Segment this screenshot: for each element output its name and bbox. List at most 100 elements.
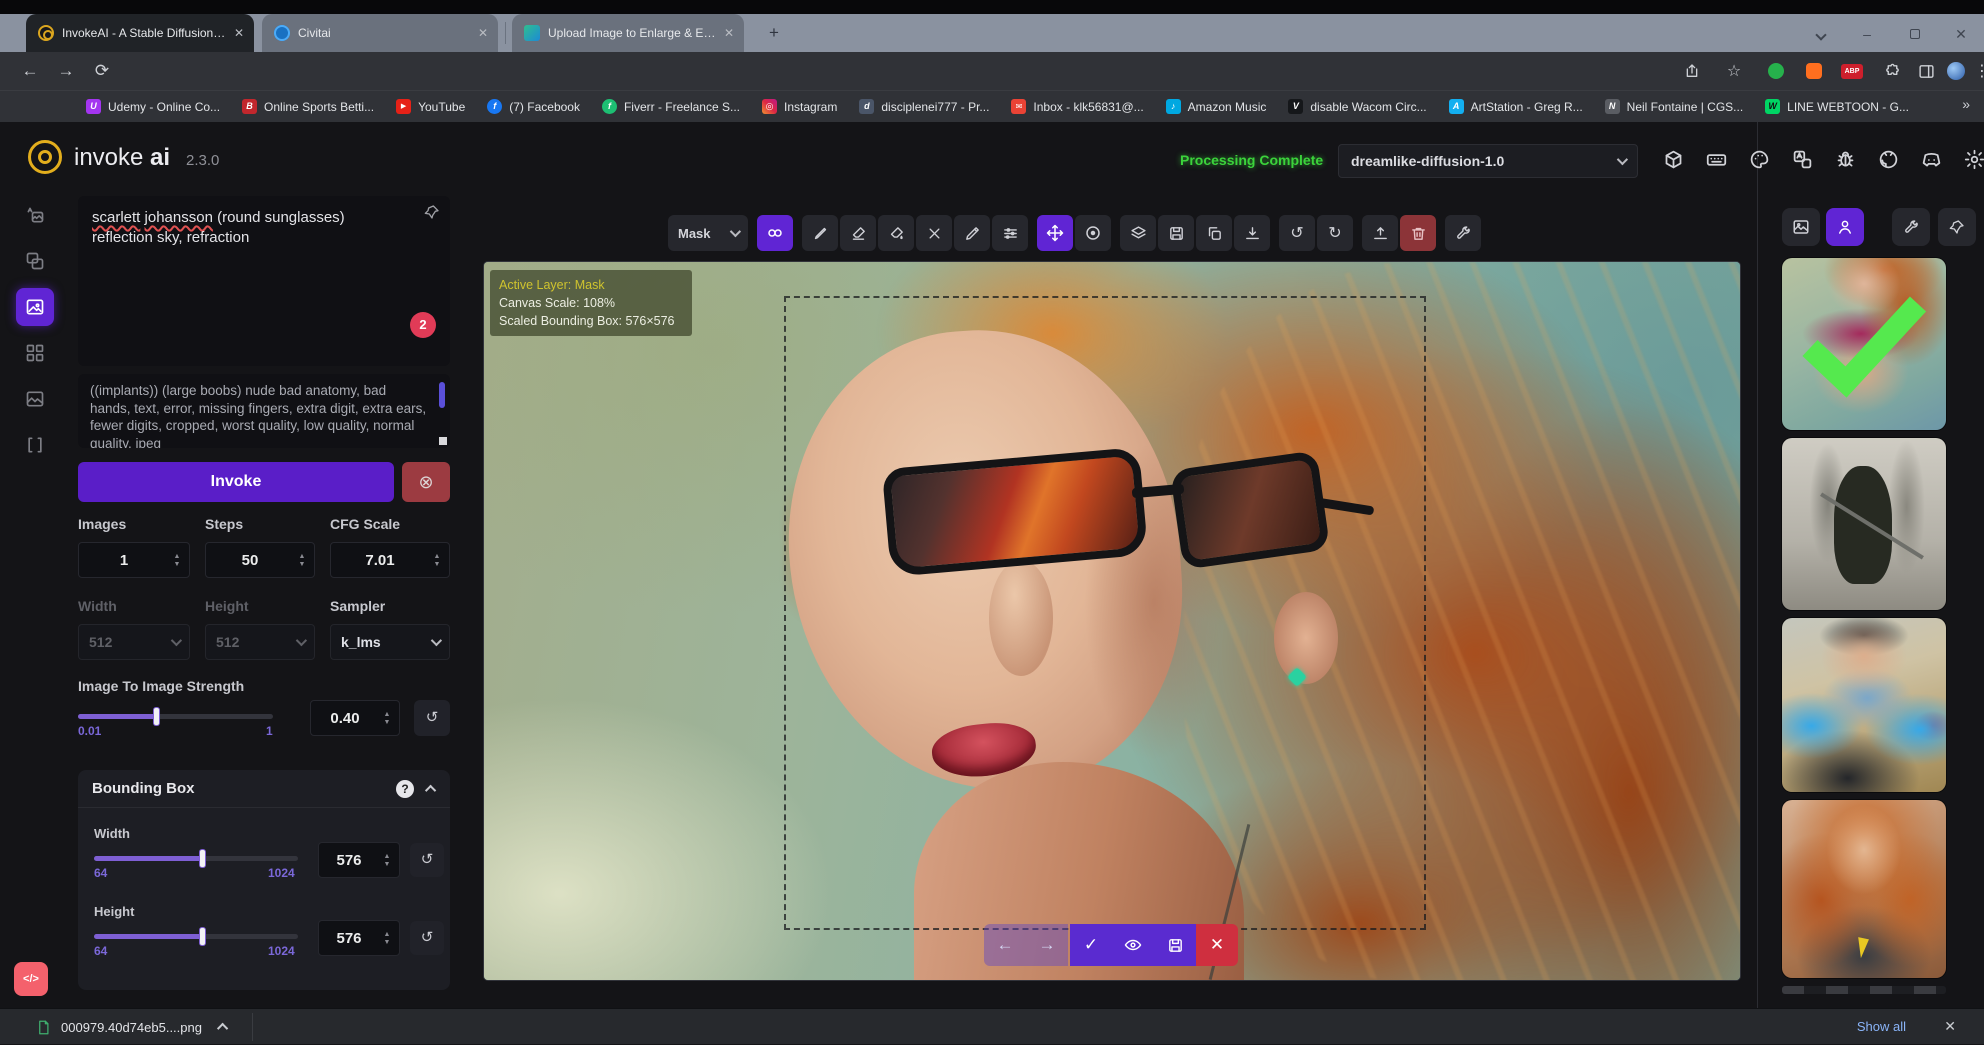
pin-icon[interactable] (424, 204, 440, 225)
download-image-button[interactable] (1234, 215, 1270, 251)
back-button[interactable]: ← (16, 58, 44, 84)
gallery-pin-button[interactable] (1938, 208, 1976, 246)
download-item[interactable]: 000979.40d74eb5....png (36, 1009, 228, 1045)
discord-icon[interactable] (1918, 146, 1944, 172)
cancel-button[interactable]: ⊗ (402, 462, 450, 502)
next-image-button[interactable]: → (1026, 924, 1068, 966)
stepper[interactable]: ▲▼ (169, 553, 185, 568)
bookmark-webtoon[interactable]: WLINE WEBTOON - G... (1765, 99, 1909, 114)
layer-select[interactable]: Mask (668, 215, 748, 251)
settings-gear-icon[interactable] (1961, 146, 1984, 172)
theme-palette-icon[interactable] (1746, 146, 1772, 172)
download-menu-chevron-icon[interactable] (217, 1023, 228, 1034)
tab-unified-canvas[interactable] (16, 288, 54, 326)
stepper[interactable]: ▲▼ (294, 553, 310, 568)
gallery-thumbnail[interactable] (1782, 618, 1946, 792)
images-input[interactable]: 1 ▲▼ (78, 542, 190, 578)
bbox-height-reset-button[interactable]: ↺ (410, 921, 444, 955)
tab-close-icon[interactable]: ✕ (478, 26, 488, 40)
help-icon[interactable]: ? (396, 780, 414, 798)
bounding-box-header[interactable]: Bounding Box ? (78, 770, 450, 808)
accept-image-button[interactable]: ✓ (1070, 924, 1112, 966)
language-translate-icon[interactable] (1789, 146, 1815, 172)
show-hide-eye-button[interactable] (1112, 924, 1154, 966)
show-all-downloads-link[interactable]: Show all (1857, 1019, 1906, 1034)
scrollbar-thumb[interactable] (439, 382, 445, 408)
slider-thumb[interactable] (154, 708, 159, 725)
stepper[interactable]: ▲▼ (379, 711, 395, 726)
bookmark-fiverr[interactable]: fFiverr - Freelance S... (602, 99, 740, 114)
steps-input[interactable]: 50 ▲▼ (205, 542, 315, 578)
collapse-chevron-icon[interactable] (425, 784, 436, 795)
canvas-settings-wrench-button[interactable] (1445, 215, 1481, 251)
stepper[interactable]: ▲▼ (379, 853, 395, 868)
sampler-select[interactable]: k_lms (330, 624, 450, 660)
bookmark-artstation[interactable]: AArtStation - Greg R... (1449, 99, 1583, 114)
strength-reset-button[interactable]: ↺ (414, 700, 450, 736)
browser-menu-icon[interactable]: ⋮ (1970, 60, 1984, 82)
copy-to-clipboard-button[interactable] (1196, 215, 1232, 251)
save-staging-button[interactable] (1154, 924, 1196, 966)
hotkeys-keyboard-icon[interactable] (1703, 146, 1729, 172)
gallery-thumbnail[interactable] (1782, 438, 1946, 610)
share-icon[interactable] (1680, 60, 1704, 82)
gallery-images-tab[interactable] (1782, 208, 1820, 246)
gallery-thumbnail[interactable] (1782, 800, 1946, 978)
strength-slider[interactable] (78, 714, 273, 719)
slider-thumb[interactable] (200, 928, 205, 945)
bookmark-youtube[interactable]: ▶YouTube (396, 99, 465, 114)
slider-thumb[interactable] (200, 850, 205, 867)
bbox-width-reset-button[interactable]: ↺ (410, 843, 444, 877)
extension-grammarly-icon[interactable] (1764, 60, 1788, 82)
tab-close-icon[interactable]: ✕ (724, 26, 734, 40)
bbox-height-slider[interactable] (94, 934, 298, 939)
console-toggle-button[interactable]: </> (14, 962, 48, 996)
github-icon[interactable] (1875, 146, 1901, 172)
prompt-input[interactable]: scarlett johansson (round sunglasses) re… (78, 196, 450, 366)
bookmark-star-icon[interactable]: ☆ (1722, 60, 1746, 82)
invoke-button[interactable]: Invoke (78, 462, 394, 502)
tab-training[interactable] (16, 426, 54, 464)
bookmark-udemy[interactable]: UUdemy - Online Co... (86, 99, 220, 114)
tab-search-chevron-icon[interactable] (1806, 22, 1836, 46)
save-to-gallery-button[interactable] (1158, 215, 1194, 251)
fill-eraser-button[interactable] (878, 215, 914, 251)
model-select[interactable]: dreamlike-diffusion-1.0 (1338, 144, 1638, 178)
reset-view-button[interactable] (1075, 215, 1111, 251)
bookmarks-overflow-icon[interactable]: » (1962, 96, 1970, 112)
tab-invokeai[interactable]: InvokeAI - A Stable Diffusion Too ✕ (26, 14, 254, 52)
model-manager-cube-icon[interactable] (1660, 146, 1686, 172)
window-maximize-button[interactable] (1900, 22, 1930, 46)
bounding-box-overlay[interactable] (784, 296, 1426, 930)
previous-image-button[interactable]: ← (984, 924, 1026, 966)
strength-input[interactable]: 0.40 ▲▼ (310, 700, 400, 736)
extensions-puzzle-icon[interactable] (1880, 60, 1904, 82)
move-tool-button[interactable] (1037, 215, 1073, 251)
gallery-settings-wrench-button[interactable] (1892, 208, 1930, 246)
bookmark-wacom[interactable]: Vdisable Wacom Circ... (1288, 99, 1426, 114)
eraser-tool-button[interactable] (840, 215, 876, 251)
close-shelf-icon[interactable]: ✕ (1944, 1018, 1956, 1035)
reload-button[interactable]: ⟳ (88, 58, 116, 84)
gallery-user-tab[interactable] (1826, 208, 1864, 246)
side-panel-icon[interactable] (1914, 60, 1938, 82)
tab-close-icon[interactable]: ✕ (234, 26, 244, 40)
report-bug-icon[interactable] (1832, 146, 1858, 172)
brush-tool-button[interactable] (802, 215, 838, 251)
bbox-width-slider[interactable] (94, 856, 298, 861)
undo-button[interactable]: ↺ (1279, 215, 1315, 251)
mask-options-button[interactable] (757, 215, 793, 251)
forward-button[interactable]: → (52, 58, 80, 84)
bookmark-disciple[interactable]: ddisciplenei777 - Pr... (859, 99, 989, 114)
cfg-scale-input[interactable]: 7.01 ▲▼ (330, 542, 450, 578)
window-minimize-button[interactable]: – (1852, 22, 1882, 46)
bookmark-sports[interactable]: BOnline Sports Betti... (242, 99, 374, 114)
bookmark-neil-fontaine[interactable]: NNeil Fontaine | CGS... (1605, 99, 1744, 114)
extension-orange-icon[interactable] (1802, 60, 1826, 82)
stepper[interactable]: ▲▼ (429, 553, 445, 568)
window-close-button[interactable]: ✕ (1946, 22, 1976, 46)
negative-prompt-input[interactable]: ((implants)) (large boobs) nude bad anat… (78, 374, 450, 448)
profile-avatar[interactable] (1944, 60, 1968, 82)
resize-handle[interactable] (439, 437, 447, 445)
bbox-height-input[interactable]: 576 ▲▼ (318, 920, 400, 956)
